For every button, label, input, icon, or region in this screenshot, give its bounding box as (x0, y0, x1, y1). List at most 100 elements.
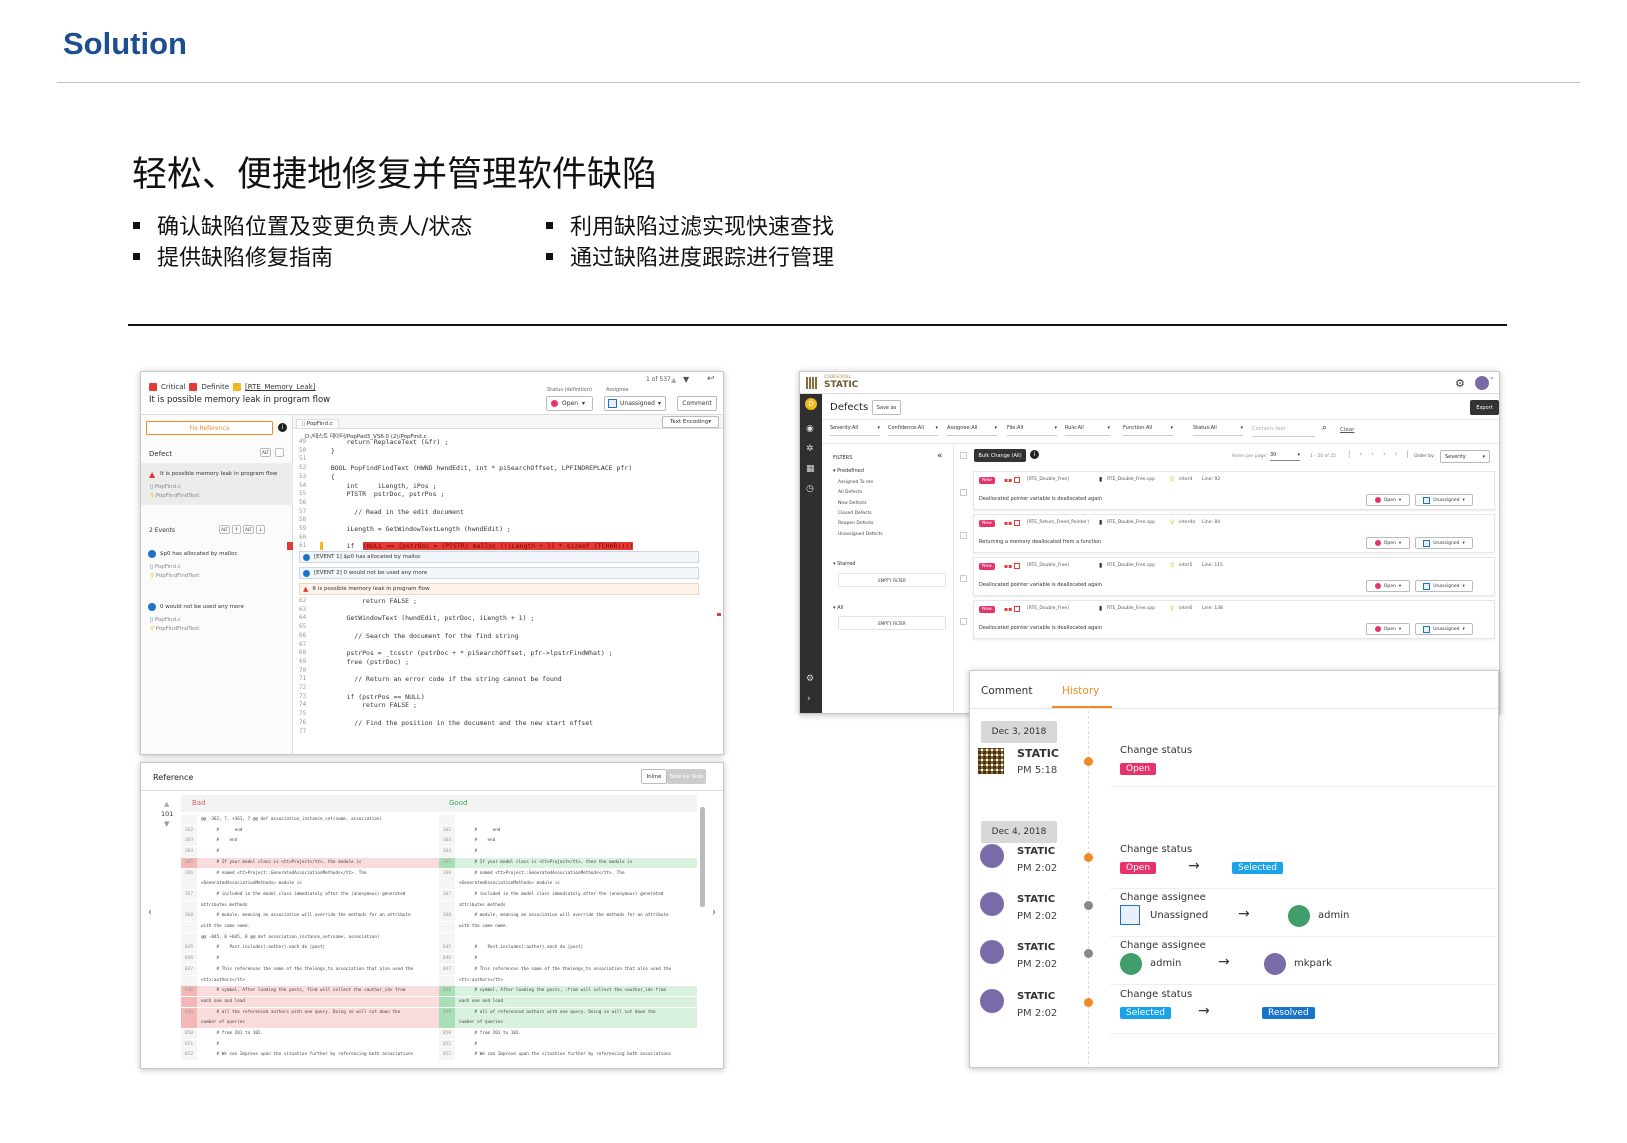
search-icon[interactable]: ⌕ (1322, 423, 1327, 433)
expand-icon[interactable]: › (807, 694, 811, 704)
diff-row: <tt>:authors</tt> (181, 975, 439, 986)
status-dropdown[interactable]: Open ▾ (1366, 494, 1410, 506)
avatar[interactable] (1475, 376, 1489, 390)
code-line: 77 (299, 727, 307, 735)
text-encoding-button[interactable]: Text Encoding ▾ (662, 416, 719, 428)
counter-down-icon[interactable]: ▼ (164, 820, 169, 828)
filter-dropdown[interactable]: Confidence:All ▾ (888, 425, 938, 436)
per-page-select[interactable]: 30 ▾ (1270, 452, 1300, 461)
all-label[interactable]: ▾ All (833, 605, 843, 611)
filter-dropdown[interactable]: Function:All ▾ (1123, 425, 1173, 436)
info-icon[interactable]: i (1030, 450, 1039, 459)
function-name: inter4a (1179, 520, 1196, 525)
defect-card[interactable]: New ▪▪ [RTE_Double_Free] ▮ RTE_Double_Free.c… (973, 600, 1495, 639)
avatar (980, 940, 1004, 964)
event-2-text[interactable]: 0 would not be used any more (160, 604, 244, 610)
save-as-button[interactable]: Save as (872, 400, 901, 415)
row-checkbox[interactable] (960, 489, 967, 496)
status-dropdown[interactable]: Open ▾ (1366, 623, 1410, 635)
side-by-side-toggle[interactable]: Side by Side (667, 769, 706, 784)
gear-icon[interactable]: ⚙ (1455, 377, 1465, 390)
inline-toggle[interactable]: Inline (641, 769, 667, 784)
diff-row: 847 # This references the name of the th… (181, 964, 439, 975)
empty-filter[interactable]: EMPTY FILTER (838, 573, 946, 587)
predefined-filter-item[interactable]: New Defects (838, 501, 866, 506)
nav-down-icon[interactable]: ▼ (683, 375, 689, 384)
checker-link[interactable]: [RTE_Memory_Leak] (245, 383, 315, 391)
file-tab[interactable]: ▯ PopFind.c (296, 419, 339, 429)
contains-input[interactable]: Contains text (1252, 426, 1315, 437)
starred-label[interactable]: ▾ Starred (833, 561, 855, 567)
compass-icon[interactable]: ◉ (806, 424, 814, 434)
bulk-change-button[interactable]: Bulk Change (All) (974, 449, 1026, 462)
diff-row: 366 # named <tt>Project::GeneratedAssoci… (181, 868, 439, 879)
chevron-down-icon[interactable]: ˅ (1490, 377, 1494, 385)
back-icon[interactable]: ↩ (707, 374, 715, 384)
order-by-select[interactable]: Severity ▾ (1440, 450, 1490, 463)
error-marker-icon (287, 542, 293, 550)
code-area[interactable]: 49 return ReplaceText (&fr) ; 50 } 51 52 BO… (287, 438, 723, 754)
diff-row: 364 # (439, 847, 697, 858)
diff-row: 367 # included in the model class immedi… (181, 889, 439, 900)
status-dropdown[interactable]: Open ▾ (1366, 580, 1410, 592)
filter-dropdown[interactable]: File:All ▾ (1007, 425, 1057, 436)
new-badge: New (979, 477, 995, 484)
empty-filter[interactable]: EMPTY FILTER (838, 616, 946, 630)
filter-dropdown[interactable]: Assignee:All ▾ (947, 425, 997, 436)
status-dropdown[interactable]: Open ▾ (546, 396, 593, 411)
timeline-dot (1084, 949, 1093, 958)
defect-card[interactable]: New ▪▪ [RTE_Double_Free] ▮ RTE_Double_Free.c… (973, 557, 1495, 596)
counter-up-icon[interactable]: ▲ (164, 800, 169, 808)
assignee-dropdown[interactable]: Unassigned ▾ (1415, 494, 1473, 506)
critical-icon (149, 383, 157, 391)
fix-reference-button[interactable]: Fix Reference (146, 421, 273, 435)
export-button[interactable]: Export (1470, 400, 1499, 415)
code-line: 53 { (299, 472, 335, 481)
predefined-filter-item[interactable]: Reopen Defects (838, 521, 874, 526)
history-icon[interactable]: ◷ (806, 484, 814, 494)
diff-row: 368 # module, meaning an association wil… (439, 911, 697, 922)
predefined-filter-item[interactable]: Assigned To me (838, 480, 873, 485)
filter-dropdown[interactable]: Severity:All ▾ (830, 425, 880, 436)
line-number: Line: 92 (1202, 477, 1221, 482)
diff-scrollbar[interactable] (700, 807, 705, 907)
collapse-icon[interactable]: « (937, 451, 943, 461)
assignee-dropdown[interactable]: Unassigned ▾ (1415, 623, 1473, 635)
defect-file: ▯ PopFind.c (150, 484, 181, 490)
defect-card[interactable]: New ▪▪ [RTE_Return_Freed_Pointer] ▮ RTE_Doub… (973, 514, 1495, 553)
predefined-label[interactable]: ▾ Predefined (833, 468, 864, 474)
next-arrow-icon[interactable]: › (712, 907, 716, 918)
row-checkbox[interactable] (960, 532, 967, 539)
predefined-filter-item[interactable]: Unassigned Defects (838, 532, 883, 537)
info-icon[interactable]: i (278, 423, 287, 432)
comment-button[interactable]: Comment (677, 396, 717, 411)
assignee-dropdown[interactable]: Unassigned ▾ (1415, 580, 1473, 592)
assignee-dropdown[interactable]: Unassigned ▾ (604, 396, 666, 411)
predefined-filter-item[interactable]: Closed Defects (838, 511, 872, 516)
predefined-filter-item[interactable]: All Defects (838, 490, 862, 495)
filter-dropdown[interactable]: Status:All ▾ (1193, 425, 1243, 436)
grid-icon[interactable]: ▦ (806, 464, 815, 474)
defect-message: Returning a memory deallocated from a fu… (979, 539, 1102, 545)
nav-up-icon[interactable]: ▲ (671, 376, 676, 384)
row-checkbox[interactable] (960, 618, 967, 625)
history-action: Change status (1120, 844, 1193, 855)
clear-link[interactable]: Clear (1340, 427, 1354, 433)
filter-dropdown[interactable]: Rule:All ▾ (1065, 425, 1110, 436)
select-all-checkbox[interactable] (960, 452, 967, 459)
checker-name: [RTE_Double_Free] (1027, 563, 1069, 568)
confidence-icon (1014, 606, 1020, 612)
gear-icon[interactable]: ⚙ (806, 674, 814, 684)
row-checkbox[interactable] (960, 575, 967, 582)
prev-arrow-icon[interactable]: ‹ (148, 907, 152, 918)
event-1-text[interactable]: $p0 has allocated by malloc (160, 551, 237, 557)
defects-nav-icon[interactable]: D (805, 398, 817, 410)
function-name: inter4 (1179, 477, 1193, 482)
items-per-page-label: Items per page: (1232, 454, 1268, 459)
settings-nav-icon[interactable]: ✲ (806, 444, 814, 454)
status-dropdown[interactable]: Open ▾ (1366, 537, 1410, 549)
pagination-icons[interactable]: |‹‹››| (1348, 450, 1418, 458)
defect-card[interactable]: New ▪▪ [RTE_Double_Free] ▮ RTE_Double_Free.c… (973, 471, 1495, 510)
arrow-right-icon: → (1238, 906, 1250, 922)
assignee-dropdown[interactable]: Unassigned ▾ (1415, 537, 1473, 549)
